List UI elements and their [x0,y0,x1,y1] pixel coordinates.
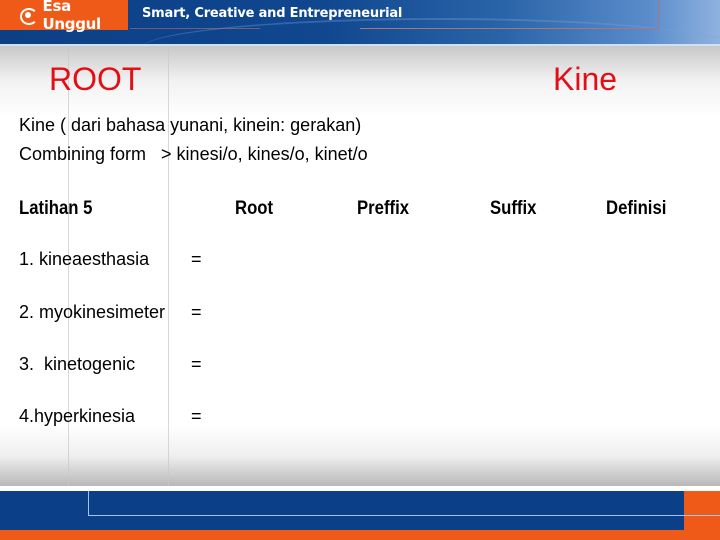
footer-accent-line [88,491,720,516]
header-exercise: Latihan 5 [19,198,93,219]
equals-sign: = [191,302,202,322]
decor-line [168,46,169,486]
logo: Esa Unggul [0,0,128,33]
equals-sign: = [191,354,202,374]
slide-title-root: ROOT [49,61,142,97]
header-definition: Definisi [606,198,667,219]
exercise-item: 1. kineaesthasia [19,249,150,269]
equals-sign: = [191,406,202,426]
header-frame [360,0,659,29]
definition-line: Kine ( dari bahasa yunani, kinein: gerak… [19,115,362,135]
exercise-item: 3. kinetogenic [19,354,136,374]
tagline: Smart, Creative and Entrepreneurial [142,6,403,21]
exercise-item: 2. myokinesimeter [19,302,166,322]
footer-banner [0,486,720,540]
header-suffix: Suffix [490,198,537,219]
header-banner: Esa Unggul Smart, Creative and Entrepren… [0,0,720,46]
logo-text: Esa Unggul [42,0,102,33]
esa-unggul-logo-icon [18,6,39,25]
exercise-item: 4.hyperkinesia [19,406,136,426]
header-prefix: Preffix [357,198,410,219]
header-accent-line [130,28,260,29]
combining-form-line: Combining form > kinesi/o, kines/o, kine… [19,144,368,164]
slide-title-kine: Kine [553,61,618,97]
header-root: Root [235,198,274,219]
equals-sign: = [191,249,202,269]
